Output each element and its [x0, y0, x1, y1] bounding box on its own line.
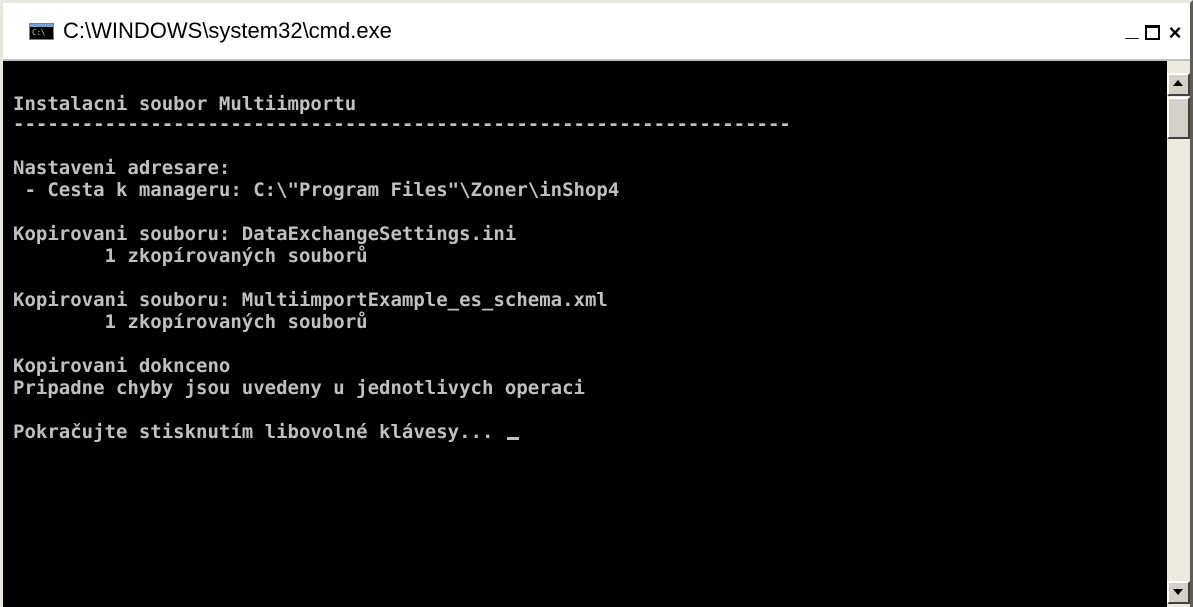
maximize-button[interactable]	[1142, 22, 1164, 44]
console-prompt-line: Pokračujte stisknutím libovolné klávesy.…	[13, 421, 519, 443]
console-line: Instalacni soubor Multiimportu	[13, 93, 357, 115]
minimize-icon: _	[1125, 15, 1139, 42]
console-line: Kopirovani souboru: MultiimportExample_e…	[13, 289, 608, 311]
console-separator: ----------------------------------------…	[13, 113, 791, 135]
console-line: 1 zkopírovaných souborů	[13, 311, 368, 333]
console-line: - Cesta k manageru: C:\"Program Files"\Z…	[13, 179, 620, 201]
minimize-button[interactable]: _	[1121, 17, 1143, 44]
scroll-down-button[interactable]	[1167, 581, 1190, 604]
arrow-down-icon	[1173, 589, 1183, 595]
title-bar[interactable]: C:\ C:\WINDOWS\system32\cmd.exe _ ×	[3, 3, 1190, 61]
window-title: C:\WINDOWS\system32\cmd.exe	[63, 18, 392, 43]
prompt-text: Pokračujte stisknutím libovolné klávesy.…	[13, 421, 505, 443]
cmd-window: C:\ C:\WINDOWS\system32\cmd.exe _ × Inst…	[0, 0, 1193, 607]
console-line: Nastaveni adresare:	[13, 157, 231, 179]
icon-text: C:\	[32, 28, 45, 37]
arrow-up-icon	[1173, 80, 1183, 86]
console-line: Pripadne chyby jsou uvedeny u jednotlivy…	[13, 377, 585, 399]
scroll-up-button[interactable]	[1167, 73, 1190, 96]
cmd-icon[interactable]: C:\	[29, 23, 54, 40]
console-line: Kopirovani doknceno	[13, 355, 231, 377]
close-button[interactable]: ×	[1164, 22, 1186, 44]
maximize-icon	[1145, 25, 1160, 40]
close-icon: ×	[1168, 20, 1182, 45]
console-line: 1 zkopírovaných souborů	[13, 245, 368, 267]
console-output[interactable]: Instalacni soubor Multiimportu ---------…	[3, 61, 1167, 607]
text-cursor	[506, 437, 519, 440]
vertical-scrollbar[interactable]	[1167, 61, 1190, 607]
scroll-thumb[interactable]	[1167, 97, 1190, 139]
console-line: Kopirovani souboru: DataExchangeSettings…	[13, 223, 517, 245]
